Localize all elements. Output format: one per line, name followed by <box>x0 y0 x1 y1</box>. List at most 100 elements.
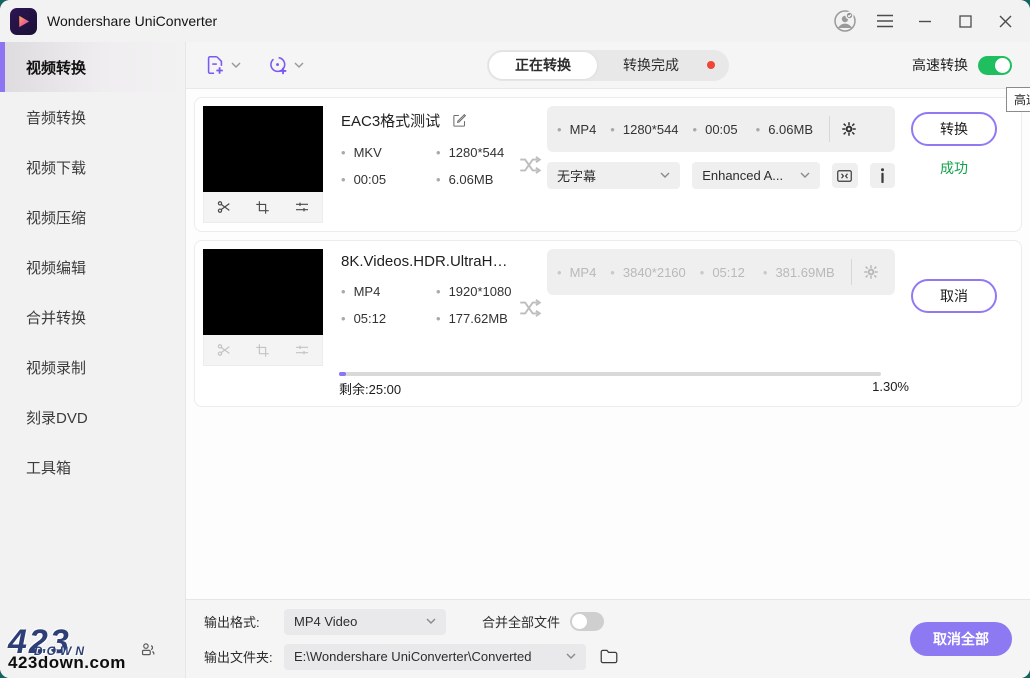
minimize-button[interactable] <box>910 6 940 36</box>
cancel-all-button[interactable]: 取消全部 <box>910 622 1012 656</box>
subtitle-select[interactable]: 无字幕 <box>547 162 680 189</box>
tab-finished[interactable]: 转换完成 <box>597 52 705 79</box>
open-folder-button[interactable] <box>600 649 618 664</box>
convert-status-tabs: 正在转换 转换完成 <box>487 50 729 81</box>
edit-pencil-icon <box>452 113 467 128</box>
sidebar-item-label: 视频录制 <box>26 357 86 378</box>
target-info-box[interactable]: MP4 1280*544 00:05 6.06MB <box>547 106 895 152</box>
chevron-down-icon <box>800 172 810 179</box>
crop-icon <box>255 343 270 358</box>
output-format-row: 输出格式: MP4 Video 合并全部文件 <box>204 609 910 635</box>
convert-direction <box>517 249 543 366</box>
minimize-icon <box>918 14 932 28</box>
output-folder-row: 输出文件夹: E:\Wondershare UniConverter\Conve… <box>204 644 910 670</box>
status-success: 成功 <box>940 158 968 178</box>
source-duration: 05:12 <box>341 311 436 326</box>
rename-button[interactable] <box>452 113 467 128</box>
source-format: MP4 <box>341 284 436 299</box>
maximize-icon <box>959 15 972 28</box>
toggle-knob <box>995 58 1010 73</box>
play-triangle-icon <box>15 13 32 30</box>
sliders-icon <box>294 342 310 358</box>
sidebar-item-label: 视频编辑 <box>26 257 86 278</box>
output-settings-bar: 输出格式: MP4 Video 合并全部文件 输出文件夹: <box>186 599 1030 678</box>
compress-button[interactable] <box>832 163 857 188</box>
close-button[interactable] <box>990 6 1020 36</box>
source-format: MKV <box>341 145 436 160</box>
info-icon <box>880 168 885 183</box>
close-icon <box>999 15 1012 28</box>
effects-button[interactable] <box>294 199 310 215</box>
thumbnail-art <box>203 106 323 192</box>
sidebar-item-toolbox[interactable]: 工具箱 <box>0 442 185 492</box>
highspeed-label: 高速转换 <box>912 55 968 75</box>
file-info: 8K.Videos.HDR.UltraHD.120FPS.Sony.Demo M… <box>323 249 513 366</box>
task-actions: 转换 成功 <box>895 106 1013 223</box>
sidebar-item-video-edit[interactable]: 视频编辑 <box>0 242 185 292</box>
convert-button[interactable]: 转换 <box>911 112 997 146</box>
audio-select-value: Enhanced A... <box>702 168 783 183</box>
avatar-icon <box>833 9 857 33</box>
trim-button[interactable] <box>216 199 232 215</box>
highspeed-tooltip: 高速 <box>1006 87 1030 112</box>
main-layout: 视频转换 音频转换 视频下载 视频压缩 视频编辑 合并转换 视频录制 刻录DVD… <box>0 42 1030 678</box>
tab-converting[interactable]: 正在转换 <box>489 52 597 79</box>
trim-button <box>216 342 232 358</box>
add-file-icon <box>204 54 226 76</box>
edit-toolbar-disabled <box>203 335 323 366</box>
target-size: 6.06MB <box>756 122 813 137</box>
sidebar-item-label: 工具箱 <box>26 457 71 478</box>
sidebar-item-video-download[interactable]: 视频下载 <box>0 142 185 192</box>
cancel-button[interactable]: 取消 <box>911 279 997 313</box>
output-format-value: MP4 Video <box>294 614 357 629</box>
sidebar-item-label: 视频压缩 <box>26 207 86 228</box>
task-row-1: EAC3格式测试 MKV 1280*544 00:05 <box>194 97 1022 232</box>
add-files-button[interactable] <box>204 54 241 76</box>
target-format: MP4 <box>557 265 596 280</box>
output-format-select[interactable]: MP4 Video <box>284 609 446 635</box>
sidebar-item-screen-record[interactable]: 视频录制 <box>0 342 185 392</box>
load-dvd-button[interactable] <box>267 54 304 76</box>
folder-icon <box>600 649 618 664</box>
task-row-top: EAC3格式测试 MKV 1280*544 00:05 <box>203 106 1013 223</box>
output-folder-select[interactable]: E:\Wondershare UniConverter\Converted <box>284 644 586 670</box>
maximize-button[interactable] <box>950 6 980 36</box>
video-thumbnail-solar <box>203 106 323 192</box>
effects-button <box>294 342 310 358</box>
sidebar-item-label: 视频转换 <box>26 57 86 78</box>
app-window: Wondershare UniConverter <box>0 0 1030 678</box>
merge-files-label: 合并全部文件 <box>482 612 560 631</box>
sidebar-item-merge-convert[interactable]: 合并转换 <box>0 292 185 342</box>
people-icon[interactable] <box>140 641 157 658</box>
toolbar: 正在转换 转换完成 高速转换 <box>186 42 1030 89</box>
highspeed-toggle[interactable] <box>978 56 1012 75</box>
progress-fill <box>339 372 346 376</box>
task-row-2: 8K.Videos.HDR.UltraHD.120FPS.Sony.Demo M… <box>194 240 1022 407</box>
target-size: 381.69MB <box>763 265 835 280</box>
chevron-down-icon <box>231 62 241 69</box>
time-remaining: 剩余:25:00 <box>339 379 401 398</box>
info-button[interactable] <box>870 163 895 188</box>
scissors-icon <box>216 199 232 215</box>
target-settings-button[interactable] <box>840 120 858 138</box>
account-avatar[interactable] <box>830 6 860 36</box>
crop-button[interactable] <box>255 200 270 215</box>
file-title: EAC3格式测试 <box>341 110 440 131</box>
cancel-all-label: 取消全部 <box>933 629 989 649</box>
menu-button[interactable] <box>870 6 900 36</box>
compress-icon <box>837 170 852 182</box>
sidebar-item-label: 音频转换 <box>26 107 86 128</box>
audio-track-select[interactable]: Enhanced A... <box>692 162 820 189</box>
merge-files-group: 合并全部文件 <box>482 612 604 631</box>
subtitle-select-value: 无字幕 <box>557 166 596 185</box>
sidebar-item-video-compress[interactable]: 视频压缩 <box>0 192 185 242</box>
sidebar-item-audio-convert[interactable]: 音频转换 <box>0 92 185 142</box>
sidebar-item-video-convert[interactable]: 视频转换 <box>0 42 185 92</box>
sidebar-item-burn-dvd[interactable]: 刻录DVD <box>0 392 185 442</box>
watermark: 423 DOWN 423down.com <box>8 629 157 670</box>
target-format: MP4 <box>557 122 596 137</box>
merge-files-toggle[interactable] <box>570 612 604 631</box>
file-title-row: 8K.Videos.HDR.UltraHD.120FPS.Sony.Demo <box>341 253 513 270</box>
progress-area: 剩余:25:00 1.30% <box>339 372 1013 398</box>
task-list: EAC3格式测试 MKV 1280*544 00:05 <box>186 89 1030 599</box>
